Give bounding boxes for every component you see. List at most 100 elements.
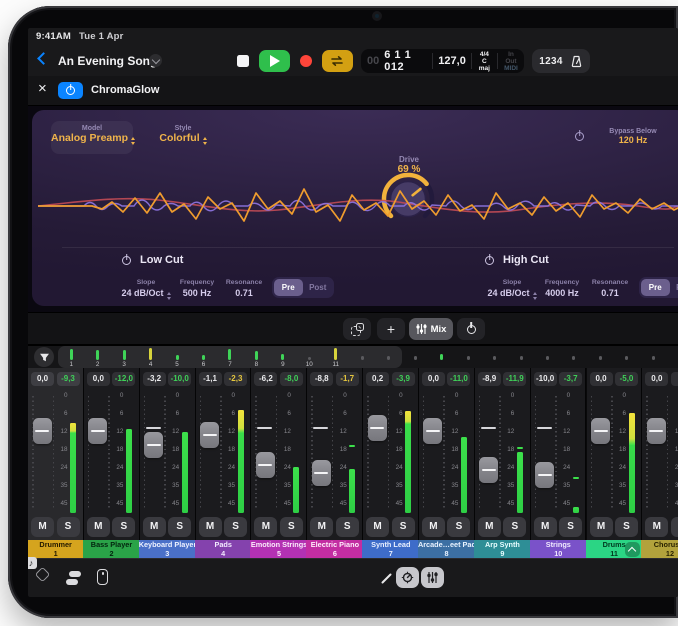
stop-button[interactable] [231,50,255,72]
fader-handle[interactable] [479,457,498,483]
channel-name-label[interactable]: Pads 4 [195,540,252,558]
mute-button[interactable]: M [534,517,557,537]
fader-handle[interactable] [88,418,107,444]
high-cut-resonance[interactable]: Resonance 0.71 [578,279,642,298]
channel-name-label[interactable]: Electric Piano 6 [306,540,363,558]
channel-name-label[interactable]: Keyboard Player 3 [139,540,196,558]
channel-peak-value[interactable]: -1,7 [336,372,359,386]
filter-button[interactable] [34,347,54,367]
low-cut-power-icon[interactable] [122,256,131,265]
fader-handle[interactable] [368,415,387,441]
mute-button[interactable]: M [31,517,54,537]
back-chevron-icon[interactable] [37,52,50,65]
channel-peak-value[interactable]: -5,0 [615,372,638,386]
channel-volume-value[interactable]: -10,0 [534,372,557,386]
record-button[interactable] [294,50,318,72]
solo-button[interactable]: S [559,517,582,537]
collapse-chevron-button[interactable] [625,542,640,557]
routing-icon[interactable] [66,569,84,587]
solo-button[interactable]: S [392,517,415,537]
minimap-viewport[interactable]: 1234567891011 [58,346,402,368]
plugin-controls-toggle[interactable] [396,567,419,588]
solo-button[interactable]: S [671,517,678,537]
style-selector[interactable]: Style Colorful [148,125,218,145]
fader-handle[interactable] [535,462,554,488]
channel-name-label[interactable]: Emotion Strings 5 [250,540,307,558]
pencil-icon[interactable] [380,571,394,585]
channel-peak-value[interactable]: -10,0 [168,372,191,386]
channel-name-label[interactable]: Bass Player 2 [83,540,140,558]
fader-handle[interactable] [591,418,610,444]
solo-button[interactable]: S [615,517,638,537]
channel-peak-value[interactable]: -3,9 [392,372,415,386]
channel-peak-value[interactable]: -8,0 [280,372,303,386]
mute-button[interactable]: M [478,517,501,537]
channel-name-label[interactable]: Strings 10 [530,540,587,558]
channel-volume-value[interactable]: -8,9 [478,372,501,386]
mute-button[interactable]: M [143,517,166,537]
mute-button[interactable]: M [645,517,668,537]
post-option[interactable]: Post [671,279,678,296]
channel-volume-value[interactable]: 0,0 [645,372,668,386]
fader-handle[interactable] [200,422,219,448]
solo-button[interactable]: S [57,517,80,537]
channel-volume-value[interactable]: 0,0 [422,372,445,386]
mute-button[interactable]: M [87,517,110,537]
solo-button[interactable]: S [336,517,359,537]
channel-name-label[interactable]: Chorus V 12 [641,540,678,558]
channel-volume-value[interactable]: -8,8 [310,372,333,386]
mute-button[interactable]: M [199,517,222,537]
channel-peak-value[interactable]: -2,3 [224,372,247,386]
channel-name-label[interactable]: Arcade…eet Pad 8 [418,540,475,558]
mix-view-button[interactable]: Mix [409,318,453,340]
channel-peak-value[interactable]: -12,0 [112,372,135,386]
model-selector[interactable]: Model Analog Preamp [51,121,133,154]
solo-button[interactable]: S [112,517,135,537]
fader-handle[interactable] [312,460,331,486]
region-copy-button[interactable] [343,318,371,340]
channel-peak-value[interactable]: -11,0 [447,372,470,386]
plugin-power-button[interactable] [58,82,83,99]
solo-button[interactable]: S [503,517,526,537]
song-menu-chevron-icon[interactable] [149,54,162,67]
solo-button[interactable]: S [280,517,303,537]
solo-button[interactable]: S [168,517,191,537]
mute-button[interactable]: M [366,517,389,537]
channel-volume-value[interactable]: -6,2 [254,372,277,386]
bypass-below-control[interactable]: Bypass Below 120 Hz [590,128,676,145]
channel-volume-value[interactable]: -3,2 [143,372,166,386]
mute-button[interactable]: M [422,517,445,537]
channel-peak-value[interactable]: -9,3 [57,372,80,386]
channel-name-label[interactable]: Arp Synth 9 [474,540,531,558]
fader-handle[interactable] [256,452,275,478]
high-cut-power-icon[interactable] [485,256,494,265]
low-cut-resonance[interactable]: Resonance 0.71 [212,279,276,298]
channel-name-label[interactable]: Drums 11 [586,540,643,558]
close-plugin-icon[interactable]: × [38,80,47,97]
channel-volume-value[interactable]: 0,0 [31,372,54,386]
count-in-button[interactable]: 1234 [539,56,562,67]
mute-button[interactable]: M [310,517,333,537]
pre-option[interactable]: Pre [641,279,670,296]
channel-volume-value[interactable]: 0,0 [590,372,613,386]
bypass-power-icon[interactable] [575,132,584,141]
add-track-button[interactable]: + [377,318,405,340]
metronome-icon[interactable] [570,55,583,68]
channel-power-button[interactable] [457,318,485,340]
channel-peak-value[interactable]: -3,7 [559,372,582,386]
cycle-button[interactable] [322,50,353,72]
pre-option[interactable]: Pre [274,279,303,296]
solo-button[interactable]: S [224,517,247,537]
fader-handle[interactable] [144,432,163,458]
lcd-display[interactable]: 00 6 1 1 012 127,0 4/4 C maj In Out MIDI [361,49,524,73]
channel-volume-value[interactable]: 0,2 [366,372,389,386]
solo-button[interactable]: S [447,517,470,537]
channel-peak-value[interactable]: -11,9 [503,372,526,386]
song-title[interactable]: An Evening Song [58,54,157,68]
channel-name-label[interactable]: Drummer 1 [28,540,84,558]
channel-volume-value[interactable]: -1,1 [199,372,222,386]
channel-name-label[interactable]: Synth Lead 7 [362,540,419,558]
fader-handle[interactable] [33,418,52,444]
fader-handle[interactable] [647,418,666,444]
mute-button[interactable]: M [590,517,613,537]
